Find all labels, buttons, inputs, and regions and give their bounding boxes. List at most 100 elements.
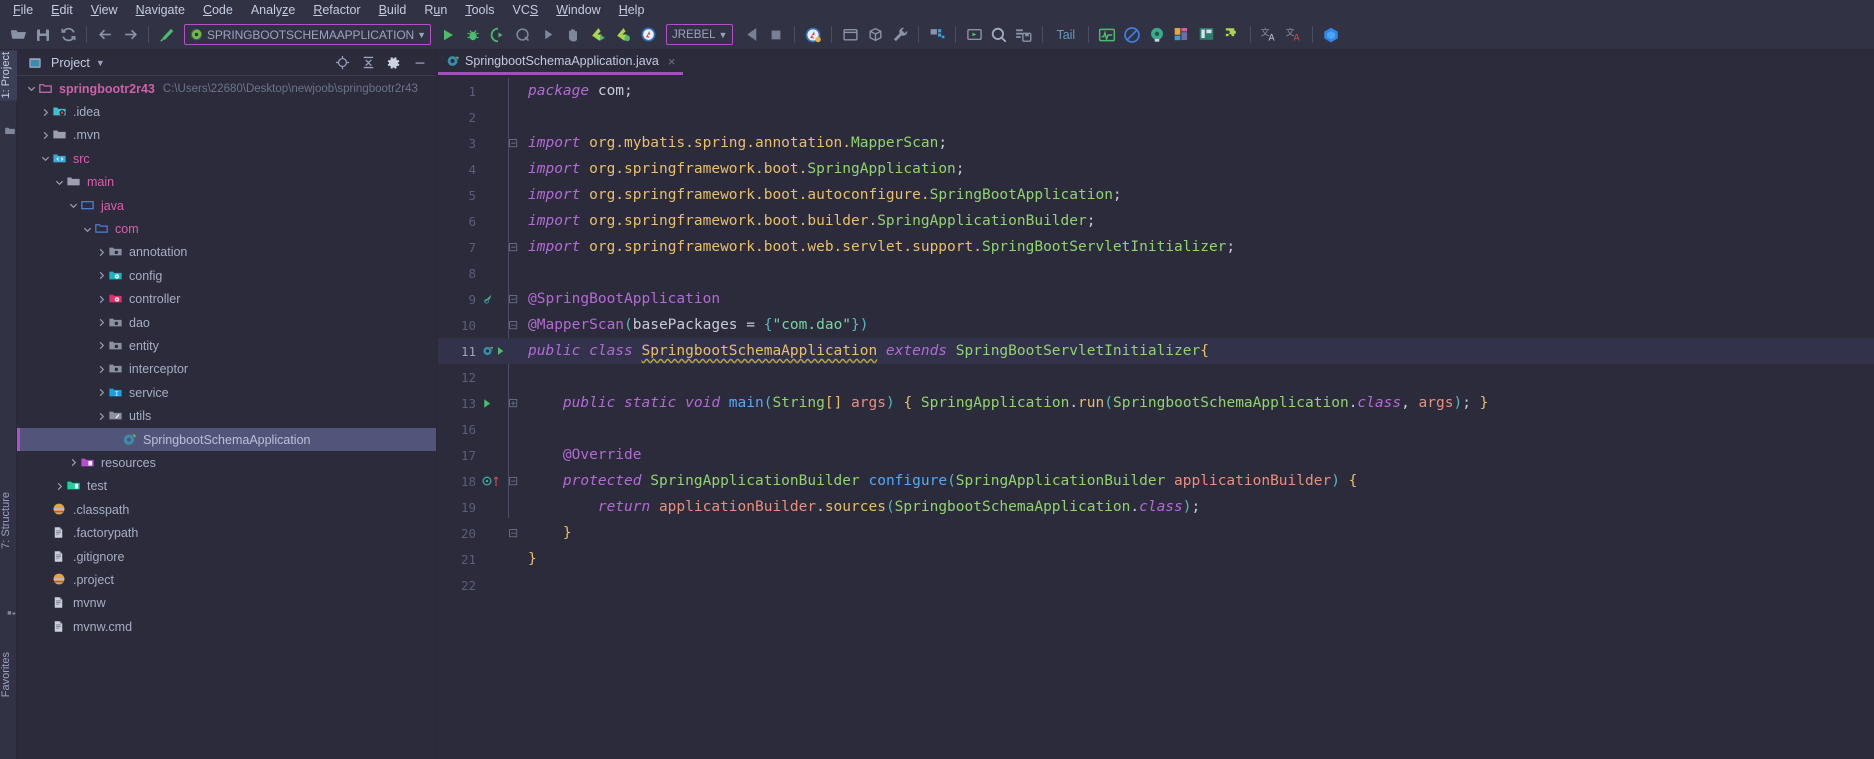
layout-panel-icon[interactable] [1195,23,1219,47]
code-fold-toggle[interactable] [504,294,522,304]
menu-item-help[interactable]: Help [610,1,654,19]
menu-item-code[interactable]: Code [194,1,242,19]
tree-item-com[interactable]: com [17,217,436,240]
code-fold-toggle[interactable] [504,476,522,486]
code-line-8[interactable]: 8 [438,260,1874,286]
debug-icon[interactable] [461,23,485,47]
code-line-17[interactable]: 17 @Override [438,442,1874,468]
code-fold-toggle[interactable] [504,138,522,148]
translate-a-icon[interactable]: 文A [1257,23,1281,47]
tail-button[interactable]: Tail [1049,28,1082,42]
chevron-down-icon[interactable] [39,152,52,165]
menu-item-vcs[interactable]: VCS [504,1,548,19]
code-editor[interactable]: 1 package com; 2 3 import org.mybatis.spring… [438,78,1874,759]
chevron-down-icon[interactable] [25,82,38,95]
search-everywhere-icon[interactable] [987,23,1011,47]
code-line-16[interactable]: 16 [438,416,1874,442]
chevron-down-icon[interactable]: ▼ [417,30,426,40]
run-with-coverage-icon[interactable] [486,23,510,47]
jrebel-run-icon[interactable] [586,23,610,47]
code-line-1[interactable]: 1 package com; [438,78,1874,104]
tree-item--factorypath[interactable]: .factorypath [17,521,436,544]
code-line-21[interactable]: 21} [438,546,1874,572]
tree-item-utils[interactable]: utils [17,404,436,427]
project-structure-icon[interactable] [925,23,949,47]
chevron-down-icon[interactable] [81,223,94,236]
chevron-right-icon[interactable] [95,269,108,282]
profile-icon[interactable] [511,23,535,47]
menu-item-navigate[interactable]: Navigate [127,1,194,19]
jrebel-globe-icon[interactable] [801,23,825,47]
tree-item--idea[interactable]: .idea [17,100,436,123]
chevron-down-icon[interactable] [67,199,80,212]
tree-item--classpath[interactable]: .classpath [17,498,436,521]
chevron-right-icon[interactable] [95,339,108,352]
chevron-right-icon[interactable] [95,363,108,376]
menu-item-analyze[interactable]: Analyze [242,1,304,19]
tree-item-config[interactable]: config [17,264,436,287]
tree-item--mvn[interactable]: .mvn [17,124,436,147]
sidebar-item-structure[interactable]: 7: Structure [0,490,17,551]
chevron-right-icon[interactable] [67,456,80,469]
recorder-dot-icon[interactable] [1145,23,1169,47]
tree-item-controller[interactable]: controller [17,288,436,311]
menu-item-build[interactable]: Build [370,1,416,19]
code-line-11[interactable]: 11 public class SpringbootSchemaApplicati… [438,338,1874,364]
layout-blocks-icon[interactable] [1170,23,1194,47]
database-save-icon[interactable] [1012,23,1036,47]
tree-item-interceptor[interactable]: interceptor [17,358,436,381]
chevron-down-icon[interactable] [53,176,66,189]
locate-target-icon[interactable] [332,53,352,73]
sidebar-item-project[interactable]: 1: Project [0,50,17,101]
code-line-6[interactable]: 6 import org.springframework.boot.builder… [438,208,1874,234]
run-configuration-selector[interactable]: SPRINGBOOTSCHEMAAPPLICATION ▼ [184,24,432,45]
tree-item-resources[interactable]: resources [17,451,436,474]
menu-item-tools[interactable]: Tools [456,1,503,19]
update-app-icon[interactable] [739,23,763,47]
code-fold-toggle[interactable] [504,242,522,252]
run-green-icon[interactable] [480,398,504,409]
chevron-right-icon[interactable] [95,386,108,399]
code-line-10[interactable]: 10 @MapperScan(basePackages = {"com.dao"}… [438,312,1874,338]
plugin-puzzle-icon[interactable] [1220,23,1244,47]
stop-icon[interactable] [764,23,788,47]
tree-item-mvnw-cmd[interactable]: mvnw.cmd [17,615,436,638]
tree-item-service[interactable]: Σservice [17,381,436,404]
run-window-icon[interactable] [962,23,986,47]
chevron-down-icon[interactable]: ▼ [96,58,105,68]
jrebel-debug-icon[interactable] [611,23,635,47]
override-icon[interactable] [480,476,504,487]
tree-item-annotation[interactable]: annotation [17,241,436,264]
code-line-2[interactable]: 2 [438,104,1874,130]
code-line-19[interactable]: 19 return applicationBuilder.sources(Spr… [438,494,1874,520]
translate-a-red-icon[interactable]: 文A [1282,23,1306,47]
tree-item-entity[interactable]: entity [17,334,436,357]
spring-run-icon[interactable] [480,345,504,357]
tree-item-test[interactable]: test [17,475,436,498]
jrebel-toolbar-button[interactable]: JREBEL ▼ [666,24,734,45]
attach-debugger-icon[interactable] [561,23,585,47]
rerun-icon[interactable] [536,23,560,47]
chevron-right-icon[interactable] [95,246,108,259]
code-fold-toggle[interactable] [504,528,522,538]
code-fold-toggle[interactable] [504,320,522,330]
back-arrow-icon[interactable] [93,23,117,47]
tree-item-src[interactable]: src [17,147,436,170]
chevron-right-icon[interactable] [95,316,108,329]
code-line-5[interactable]: 5 import org.springframework.boot.autocon… [438,182,1874,208]
tree-item--project[interactable]: .project [17,568,436,591]
jrebel-circle-icon[interactable] [636,23,660,47]
menu-item-run[interactable]: Run [415,1,456,19]
code-line-18[interactable]: 18 protected SpringApplicationBuilder co… [438,468,1874,494]
open-folder-icon[interactable] [6,23,30,47]
collapse-all-icon[interactable] [358,53,378,73]
tree-item-springbootr2r43[interactable]: springbootr2r43 C:\Users\22680\Desktop\ne… [17,77,436,100]
baidu-icon[interactable] [1319,23,1343,47]
code-line-3[interactable]: 3 import org.mybatis.spring.annotation.Ma… [438,130,1874,156]
menu-item-edit[interactable]: Edit [42,1,82,19]
tree-item-springbootschemaapplication[interactable]: SpringbootSchemaApplication [17,427,436,452]
tab-springboot-schema-application[interactable]: SpringbootSchemaApplication.java × [438,50,684,75]
code-line-4[interactable]: 4 import org.springframework.boot.SpringA… [438,156,1874,182]
code-line-7[interactable]: 7 import org.springframework.boot.web.ser… [438,234,1874,260]
chevron-right-icon[interactable] [95,410,108,423]
